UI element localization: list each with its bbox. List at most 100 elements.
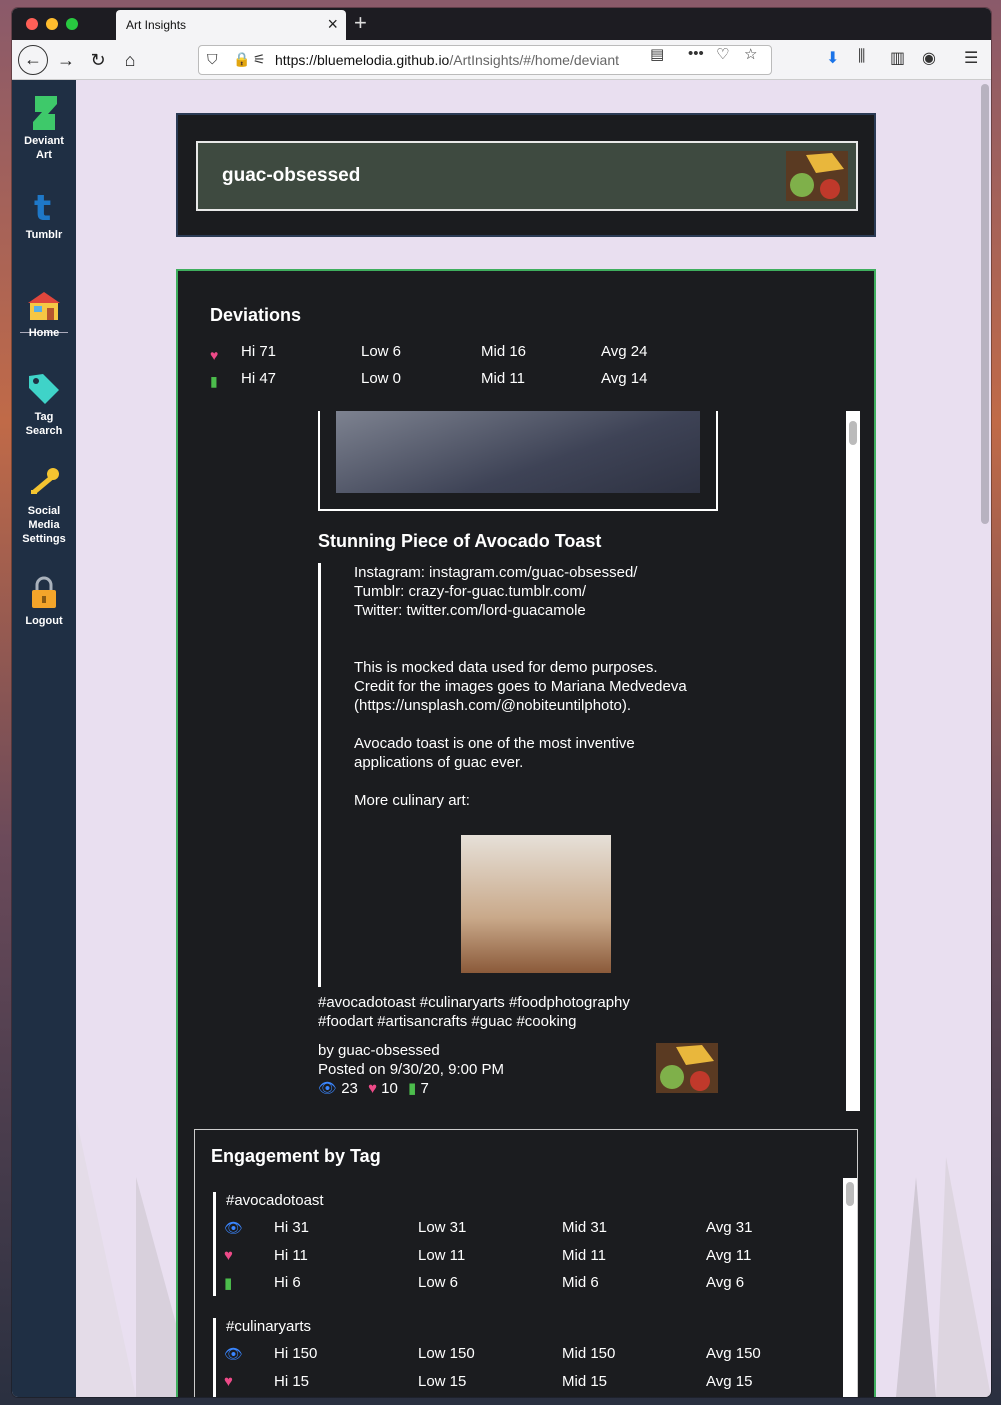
favorites-avg: Avg 15	[706, 1373, 753, 1390]
description-text: Avocado toast is one of the most inventi…	[354, 735, 635, 752]
views-mid: Mid 150	[562, 1345, 616, 1362]
deviation-feed[interactable]: Stunning Piece of Avocado Toast Instagra…	[310, 411, 860, 1113]
bookmark-star-icon[interactable]: ☆	[744, 45, 757, 63]
pocket-icon[interactable]: ♡	[716, 45, 729, 63]
tab-title: Art Insights	[126, 18, 187, 32]
engagement-title: Engagement by Tag	[211, 1146, 381, 1166]
favorites-hi: Hi 11	[274, 1247, 308, 1264]
sidebar-item-logout[interactable]: Logout	[12, 576, 76, 628]
sidebar-label: Settings	[22, 533, 66, 545]
deviation-byline: by guac-obsessed Posted on 9/30/20, 9:00…	[318, 1041, 504, 1098]
sidebar-item-home[interactable]: Home	[12, 290, 76, 340]
engagement-scroll-thumb[interactable]	[846, 1182, 854, 1206]
sidebar-label: Social	[27, 505, 61, 517]
reload-icon[interactable]: ↻	[84, 46, 112, 74]
tumblr-link[interactable]: Tumblr: crazy-for-guac.tumblr.com/	[354, 583, 586, 600]
sidebar-item-deviantart[interactable]: Deviant Art	[12, 96, 76, 162]
deviation-title[interactable]: Stunning Piece of Avocado Toast	[318, 531, 601, 552]
browser-window: Art Insights × + ← → ↻ ⌂ ⛉ 🔒 ⚟ https://b…	[12, 8, 991, 1397]
culinary-art-image[interactable]	[461, 835, 611, 973]
sidebar-item-social-settings[interactable]: Social Media Settings	[12, 466, 76, 546]
engagement-scrollbar[interactable]	[843, 1178, 857, 1397]
page-scrollbar[interactable]	[981, 84, 989, 524]
close-window-button[interactable]	[26, 18, 38, 30]
more-actions-icon[interactable]: •••	[688, 45, 704, 62]
heart-icon: ♥	[210, 347, 219, 363]
favorites-mid: Mid 16	[481, 343, 527, 360]
instagram-link[interactable]: Instagram: instagram.com/guac-obsessed/	[354, 564, 637, 581]
eye-icon: 👁	[224, 1346, 244, 1363]
engagement-by-tag-card: Engagement by Tag #avocadotoast 👁 Hi 31 …	[194, 1129, 858, 1397]
description-text: (https://unsplash.com/@nobiteuntilphoto)…	[354, 697, 632, 714]
comments-mid: Mid 6	[562, 1274, 599, 1291]
forward-arrow-icon[interactable]: →	[52, 46, 80, 74]
minimize-window-button[interactable]	[46, 18, 58, 30]
shield-icon: ⛉	[207, 51, 218, 67]
eye-icon: 👁	[224, 1220, 244, 1237]
sidebar-label: Logout	[25, 615, 63, 627]
views-low: Low 150	[418, 1345, 475, 1362]
sidebar-label: Home	[28, 327, 60, 339]
library-icon[interactable]: ⫼	[858, 48, 865, 66]
comments-avg: Avg 6	[706, 1274, 745, 1291]
comments-low: Low 0	[361, 370, 402, 387]
back-arrow-icon[interactable]: ←	[18, 45, 48, 75]
comments-low: Low 6	[418, 1274, 459, 1291]
sidebar-item-tag-search[interactable]: Tag Search	[12, 372, 76, 438]
views-hi: Hi 150	[274, 1345, 318, 1362]
favorites-avg: Avg 24	[601, 343, 648, 360]
views-avg: Avg 31	[706, 1219, 753, 1236]
views-hi: Hi 31	[274, 1219, 310, 1236]
account-icon[interactable]: ◉	[922, 48, 936, 68]
comment-icon: ▮	[224, 1275, 233, 1292]
url-path: /ArtInsights/#/home/deviant	[449, 52, 619, 68]
sidebar-item-tumblr[interactable]: t Tumblr	[12, 190, 76, 242]
sidebar-label: Tumblr	[25, 229, 63, 241]
zoom-window-button[interactable]	[66, 18, 78, 30]
comment-icon: ▮	[210, 373, 218, 389]
reader-view-icon[interactable]: ▤	[650, 45, 664, 63]
deviation-image[interactable]	[336, 411, 700, 493]
deviation-author: by guac-obsessed	[318, 1042, 440, 1059]
nav-bar: ← → ↻ ⌂ ⛉ 🔒 ⚟ https://bluemelodia.github…	[12, 40, 991, 80]
sidebar-label: Media	[28, 519, 60, 531]
sidebar-toggle-icon[interactable]: ▥	[890, 48, 905, 68]
tag-name[interactable]: #culinaryarts	[226, 1318, 311, 1335]
favorites-low: Low 11	[418, 1247, 466, 1264]
twitter-link[interactable]: Twitter: twitter.com/lord-guacamole	[354, 602, 586, 619]
sidebar-label: Tag	[34, 411, 54, 423]
url-host: https://bluemelodia.github.io	[275, 52, 450, 68]
browser-tab[interactable]: Art Insights ×	[116, 10, 346, 40]
deviation-posted-date: Posted on 9/30/20, 9:00 PM	[318, 1061, 504, 1078]
deviation-tags: #avocadotoast #culinaryarts #foodphotogr…	[318, 993, 738, 1031]
lock-icon	[32, 576, 56, 608]
favorites-mid: Mid 15	[562, 1373, 608, 1390]
avatar	[786, 151, 848, 201]
feed-scroll-thumb[interactable]	[849, 421, 857, 445]
home-browser-icon[interactable]: ⌂	[116, 46, 144, 74]
tags-line: #foodart #artisancrafts #guac #cooking	[318, 1013, 577, 1030]
heart-icon: ♥	[224, 1247, 233, 1264]
views-mid: Mid 31	[562, 1219, 608, 1236]
url-bar[interactable]: ⛉ 🔒 ⚟ https://bluemelodia.github.io/ArtI…	[198, 45, 772, 75]
svg-text:t: t	[34, 190, 51, 224]
description-text: More culinary art:	[354, 792, 470, 809]
favorites-low: Low 15	[418, 1373, 467, 1390]
tag-name[interactable]: #avocadotoast	[226, 1192, 324, 1209]
page-content: guac-obsessed Deviations ♥ Hi 71 Low 6 M…	[76, 80, 991, 1397]
sidebar-label: Search	[25, 425, 63, 437]
heart-icon: ♥	[368, 1080, 377, 1097]
profile-username: guac-obsessed	[222, 165, 361, 186]
tumblr-icon: t	[34, 190, 51, 224]
comments-mid: Mid 11	[481, 370, 525, 387]
close-tab-icon[interactable]: ×	[327, 14, 338, 35]
favorites-hi: Hi 15	[274, 1373, 310, 1390]
deviantart-icon	[33, 96, 57, 130]
menu-icon[interactable]: ☰	[964, 48, 978, 68]
tag-icon	[29, 374, 59, 404]
feed-scrollbar[interactable]	[846, 411, 860, 1111]
new-tab-icon[interactable]: +	[354, 10, 367, 36]
comments-avg: Avg 14	[601, 370, 648, 387]
profile-banner: guac-obsessed	[196, 141, 858, 211]
download-icon[interactable]: ⬇	[826, 48, 839, 68]
